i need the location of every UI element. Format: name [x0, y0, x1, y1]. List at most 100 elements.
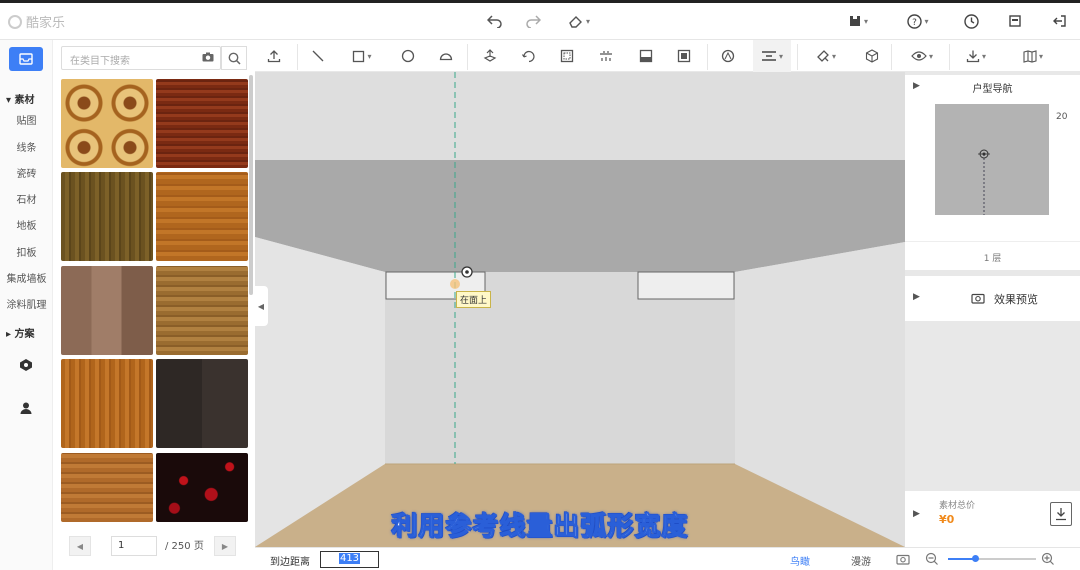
expand-icon[interactable]: ▶: [913, 292, 920, 302]
right-column: ▶ 户型导航 20 1 层 ▶ 效果预览 ▶ 素材总价 ¥0: [905, 72, 1080, 547]
eraser-icon: [569, 16, 582, 28]
app-logo[interactable]: 酷家乐: [8, 12, 65, 31]
material-tile[interactable]: [156, 359, 248, 448]
material-tile[interactable]: [61, 172, 153, 261]
history-icon[interactable]: [962, 12, 980, 30]
search-icon: [228, 52, 241, 65]
arc-icon[interactable]: [437, 47, 455, 65]
tool-bar-right: ▾ ▾ ▾: [905, 40, 1080, 72]
search-placeholder: 在类目下搜索: [70, 56, 130, 67]
light-icon[interactable]: [597, 47, 615, 65]
map-tool[interactable]: ▾: [1017, 47, 1049, 65]
floorplan-nav-title: 户型导航: [972, 84, 1013, 95]
view-roam-tab[interactable]: 漫游: [851, 553, 871, 568]
preview-panel[interactable]: ▶ 效果预览: [905, 276, 1080, 321]
panel-scrollbar[interactable]: [249, 75, 253, 295]
nav-item-wall-panel[interactable]: 集成墙板: [0, 270, 53, 285]
material-tile[interactable]: [156, 266, 248, 355]
move-icon[interactable]: [481, 47, 499, 65]
save-icon: [849, 16, 860, 26]
zoom-slider[interactable]: [948, 555, 1036, 562]
measure-icon[interactable]: [719, 47, 737, 65]
camera-marker: [978, 149, 990, 215]
exit-icon[interactable]: [1050, 12, 1068, 30]
camera-icon: [971, 293, 985, 304]
circle-icon[interactable]: [399, 47, 417, 65]
distance-label: 到边距离: [270, 557, 310, 568]
nav-item-tile[interactable]: 瓷砖: [0, 165, 53, 180]
align-tool[interactable]: ▾: [753, 40, 791, 72]
material-library-button[interactable]: [9, 47, 43, 71]
screenshot-icon[interactable]: [896, 553, 910, 565]
nav-item-panel[interactable]: 扣板: [0, 244, 53, 259]
nav-section-material[interactable]: ▾ 素材: [6, 91, 35, 106]
grid-icon[interactable]: [675, 47, 693, 65]
map-number: 20: [1056, 112, 1068, 122]
nav-section-plan[interactable]: ▸ 方案: [6, 325, 35, 340]
3d-viewport[interactable]: 在面上: [255, 72, 905, 547]
floorplan-minimap[interactable]: [935, 104, 1049, 215]
nav-item-floor[interactable]: 地板: [0, 217, 53, 232]
view-tool[interactable]: ▾: [905, 47, 939, 65]
cabinet-icon[interactable]: [637, 47, 655, 65]
material-tile[interactable]: [156, 172, 248, 261]
collapse-panel-button[interactable]: ◀: [254, 286, 268, 326]
map-icon: [1023, 49, 1037, 63]
zoom-out-icon[interactable]: [925, 552, 939, 566]
cube-icon[interactable]: [863, 47, 881, 65]
align-icon: [761, 51, 776, 61]
distance-value: 413: [338, 553, 361, 564]
nav-item-stone[interactable]: 石材: [0, 191, 53, 206]
help-icon: ?: [907, 13, 923, 29]
save-button[interactable]: ▾: [842, 12, 874, 30]
inbox-icon: [19, 53, 33, 65]
floor-selector[interactable]: 1 层: [905, 241, 1080, 269]
left-nav: ▾ 素材 贴图 线条 瓷砖 石材 地板 扣板 集成墙板 涂料肌理 ▸ 方案: [0, 40, 53, 570]
archive-icon[interactable]: [1006, 12, 1024, 30]
preview-label: 效果预览: [994, 293, 1038, 306]
material-tile[interactable]: [156, 79, 248, 168]
distance-input[interactable]: 413: [320, 551, 379, 568]
redo-icon[interactable]: [524, 12, 542, 30]
window-edge: [0, 0, 1080, 3]
separator: [949, 44, 950, 70]
undo-icon[interactable]: [486, 12, 504, 30]
help-button[interactable]: ? ▾: [902, 12, 934, 30]
material-panel: 在类目下搜索 ◀ 1 / 250 页 ▶: [53, 40, 255, 570]
logo-icon: [8, 14, 22, 29]
status-bar: 到边距离 413 鸟瞰 漫游: [255, 547, 1080, 570]
rect-icon: [353, 50, 365, 62]
model-icon[interactable]: [18, 358, 34, 374]
room-scene: [255, 72, 905, 547]
logo-text: 酷家乐: [26, 16, 66, 31]
line-icon[interactable]: [309, 47, 327, 65]
upload-icon[interactable]: [265, 47, 283, 65]
tool-bar: ▾ ▾ ▾: [255, 40, 905, 72]
svg-text:?: ?: [913, 18, 918, 28]
zoom-in-icon[interactable]: [1041, 552, 1055, 566]
user-icon[interactable]: [18, 401, 34, 417]
search-input[interactable]: 在类目下搜索: [61, 46, 221, 70]
nav-item-paint[interactable]: 涂料肌理: [0, 296, 53, 311]
top-bar: 酷家乐 ▾ ▾ ? ▾: [0, 0, 1080, 40]
eraser-button[interactable]: ▾: [562, 12, 596, 30]
camera-search-icon[interactable]: [202, 52, 214, 65]
nav-section-material-label: 素材: [14, 95, 35, 106]
search-button[interactable]: [221, 46, 247, 70]
rotate-icon[interactable]: [519, 47, 537, 65]
rect-tool[interactable]: ▾: [347, 47, 377, 65]
floorplan-nav-panel: ▶ 户型导航 20 1 层: [905, 75, 1080, 270]
material-tile[interactable]: [61, 359, 153, 448]
separator: [297, 44, 298, 70]
nav-item-moulding[interactable]: 线条: [0, 139, 53, 154]
zoom-slider-handle[interactable]: [972, 555, 979, 562]
nav-section-plan-label: 方案: [14, 329, 35, 340]
download-tool[interactable]: ▾: [961, 47, 991, 65]
paint-tool[interactable]: ▾: [811, 47, 841, 65]
view-bird-tab[interactable]: 鸟瞰: [790, 553, 810, 568]
snap-tooltip: 在面上: [456, 291, 492, 308]
nav-item-texture[interactable]: 贴图: [0, 112, 53, 127]
material-tile[interactable]: [61, 266, 153, 355]
frame-icon[interactable]: [558, 47, 576, 65]
material-tile[interactable]: [61, 79, 153, 168]
